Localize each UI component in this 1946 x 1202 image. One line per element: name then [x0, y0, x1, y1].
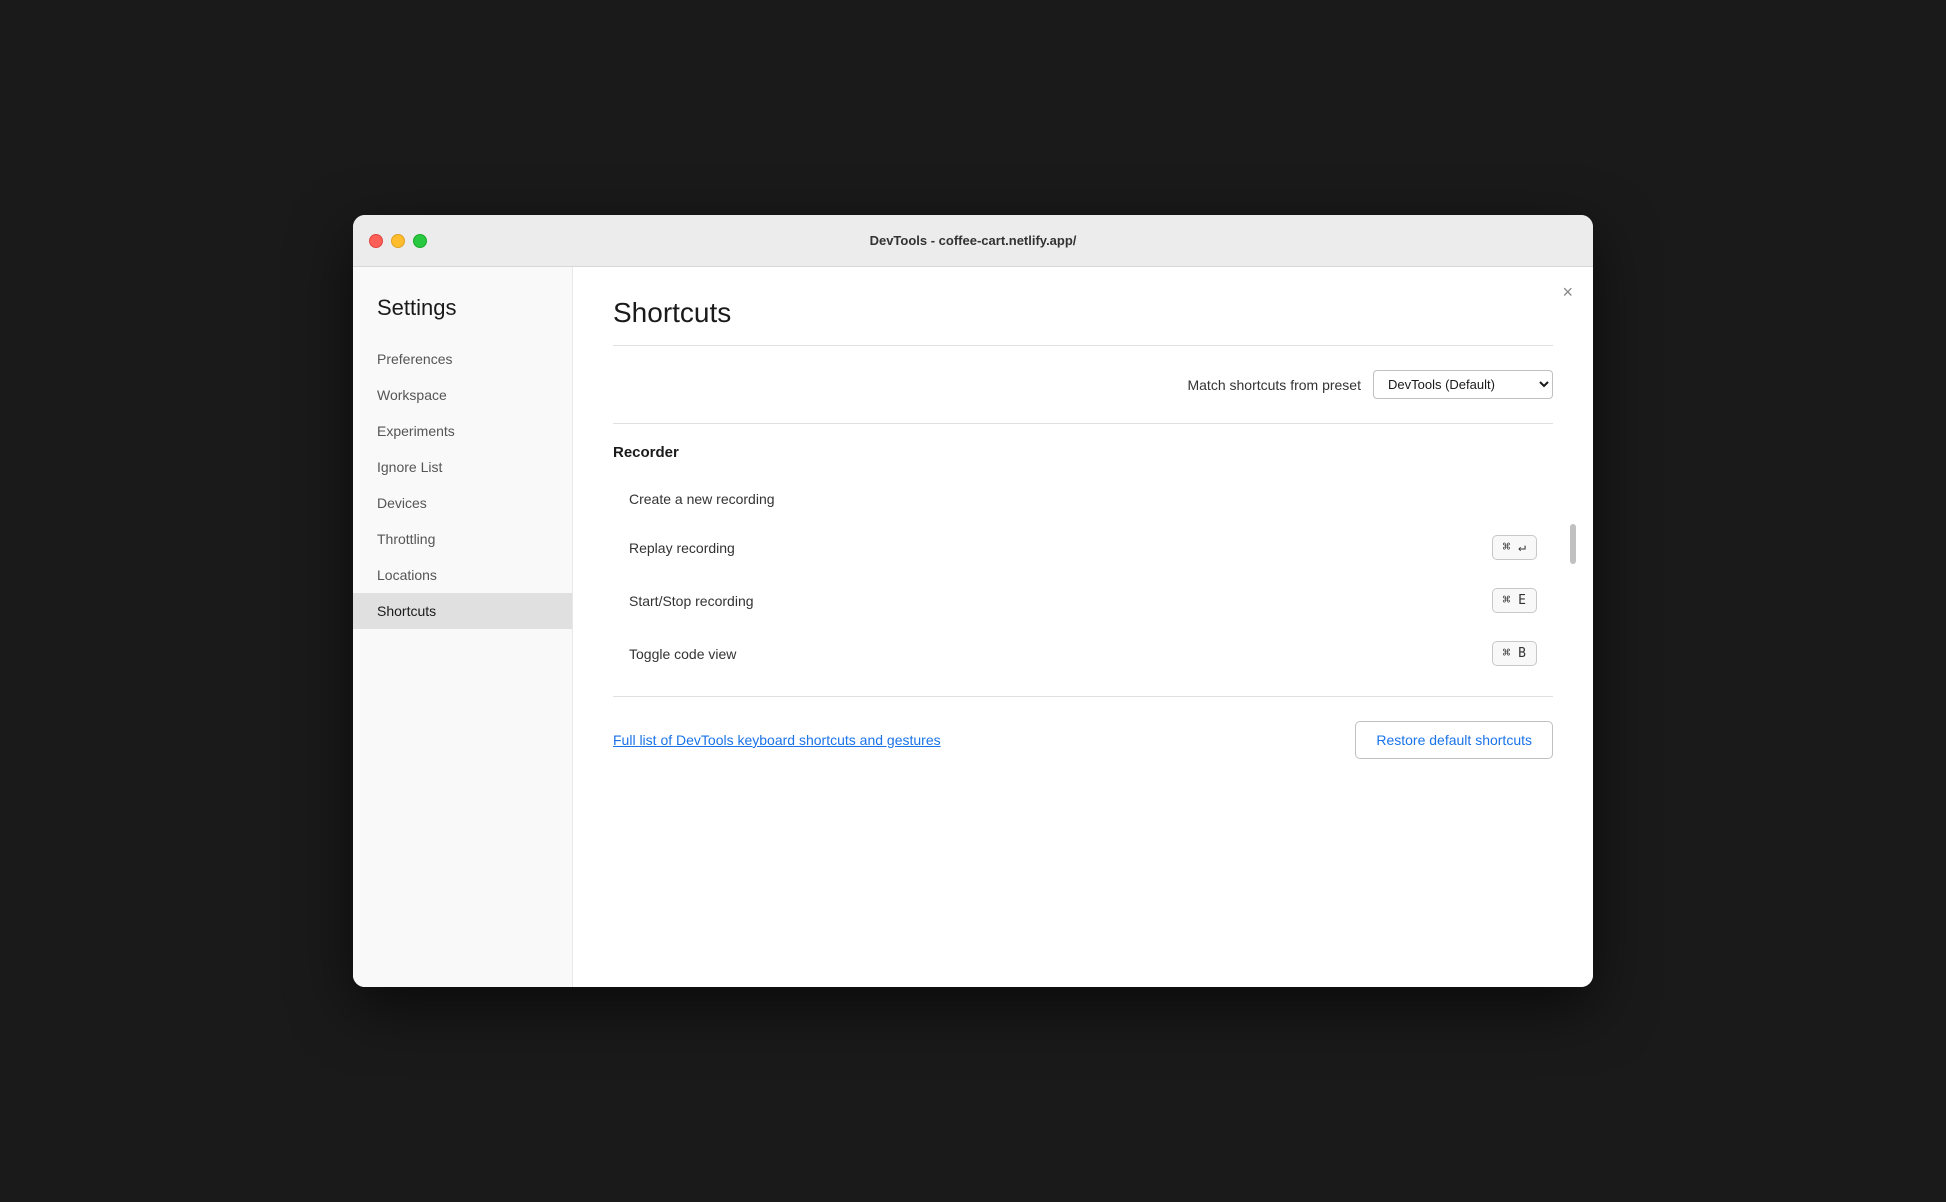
sidebar-item-throttling[interactable]: Throttling — [353, 521, 572, 557]
recorder-section-title: Recorder — [613, 444, 1553, 461]
sidebar-item-locations[interactable]: Locations — [353, 557, 572, 593]
top-divider — [613, 345, 1553, 346]
preset-select[interactable]: DevTools (Default) Visual Studio Code — [1373, 370, 1553, 399]
window-title: DevTools - coffee-cart.netlify.app/ — [870, 233, 1077, 248]
close-traffic-light[interactable] — [369, 234, 383, 248]
shortcut-row-toggle: Toggle code view ⌘ B — [613, 627, 1553, 680]
sidebar-item-preferences[interactable]: Preferences — [353, 341, 572, 377]
restore-defaults-button[interactable]: Restore default shortcuts — [1355, 721, 1553, 759]
maximize-traffic-light[interactable] — [413, 234, 427, 248]
scrollbar-track[interactable] — [1569, 444, 1577, 680]
key-badge-replay: ⌘ ↵ — [1492, 535, 1537, 560]
minimize-traffic-light[interactable] — [391, 234, 405, 248]
sidebar-item-ignore-list[interactable]: Ignore List — [353, 449, 572, 485]
section-divider — [613, 423, 1553, 424]
devtools-window: DevTools - coffee-cart.netlify.app/ Sett… — [353, 215, 1593, 987]
key-badge-toggle: ⌘ B — [1492, 641, 1537, 666]
sidebar: Settings Preferences Workspace Experimen… — [353, 267, 573, 987]
scrollbar-thumb — [1570, 524, 1576, 564]
shortcuts-section: Recorder Create a new recording Replay r… — [613, 444, 1553, 680]
key-badge-startstop: ⌘ E — [1492, 588, 1537, 613]
content-area: Settings Preferences Workspace Experimen… — [353, 267, 1593, 987]
titlebar: DevTools - coffee-cart.netlify.app/ — [353, 215, 1593, 267]
shortcut-label-startstop: Start/Stop recording — [629, 593, 1492, 609]
full-list-link[interactable]: Full list of DevTools keyboard shortcuts… — [613, 732, 941, 748]
sidebar-item-shortcuts[interactable]: Shortcuts — [353, 593, 572, 629]
shortcut-row-startstop: Start/Stop recording ⌘ E — [613, 574, 1553, 627]
preset-row: Match shortcuts from preset DevTools (De… — [613, 370, 1553, 399]
close-button[interactable]: × — [1562, 283, 1573, 301]
footer: Full list of DevTools keyboard shortcuts… — [613, 697, 1553, 767]
shortcut-row-replay: Replay recording ⌘ ↵ — [613, 521, 1553, 574]
traffic-lights — [369, 234, 427, 248]
shortcut-label-create: Create a new recording — [629, 491, 1537, 507]
sidebar-item-experiments[interactable]: Experiments — [353, 413, 572, 449]
main-content: × Shortcuts Match shortcuts from preset … — [573, 267, 1593, 987]
shortcut-label-replay: Replay recording — [629, 540, 1492, 556]
sidebar-heading: Settings — [353, 295, 572, 341]
preset-label: Match shortcuts from preset — [1187, 377, 1361, 393]
sidebar-item-workspace[interactable]: Workspace — [353, 377, 572, 413]
shortcut-row-create: Create a new recording — [613, 477, 1553, 521]
sidebar-item-devices[interactable]: Devices — [353, 485, 572, 521]
shortcut-label-toggle: Toggle code view — [629, 646, 1492, 662]
page-title: Shortcuts — [613, 297, 1553, 329]
